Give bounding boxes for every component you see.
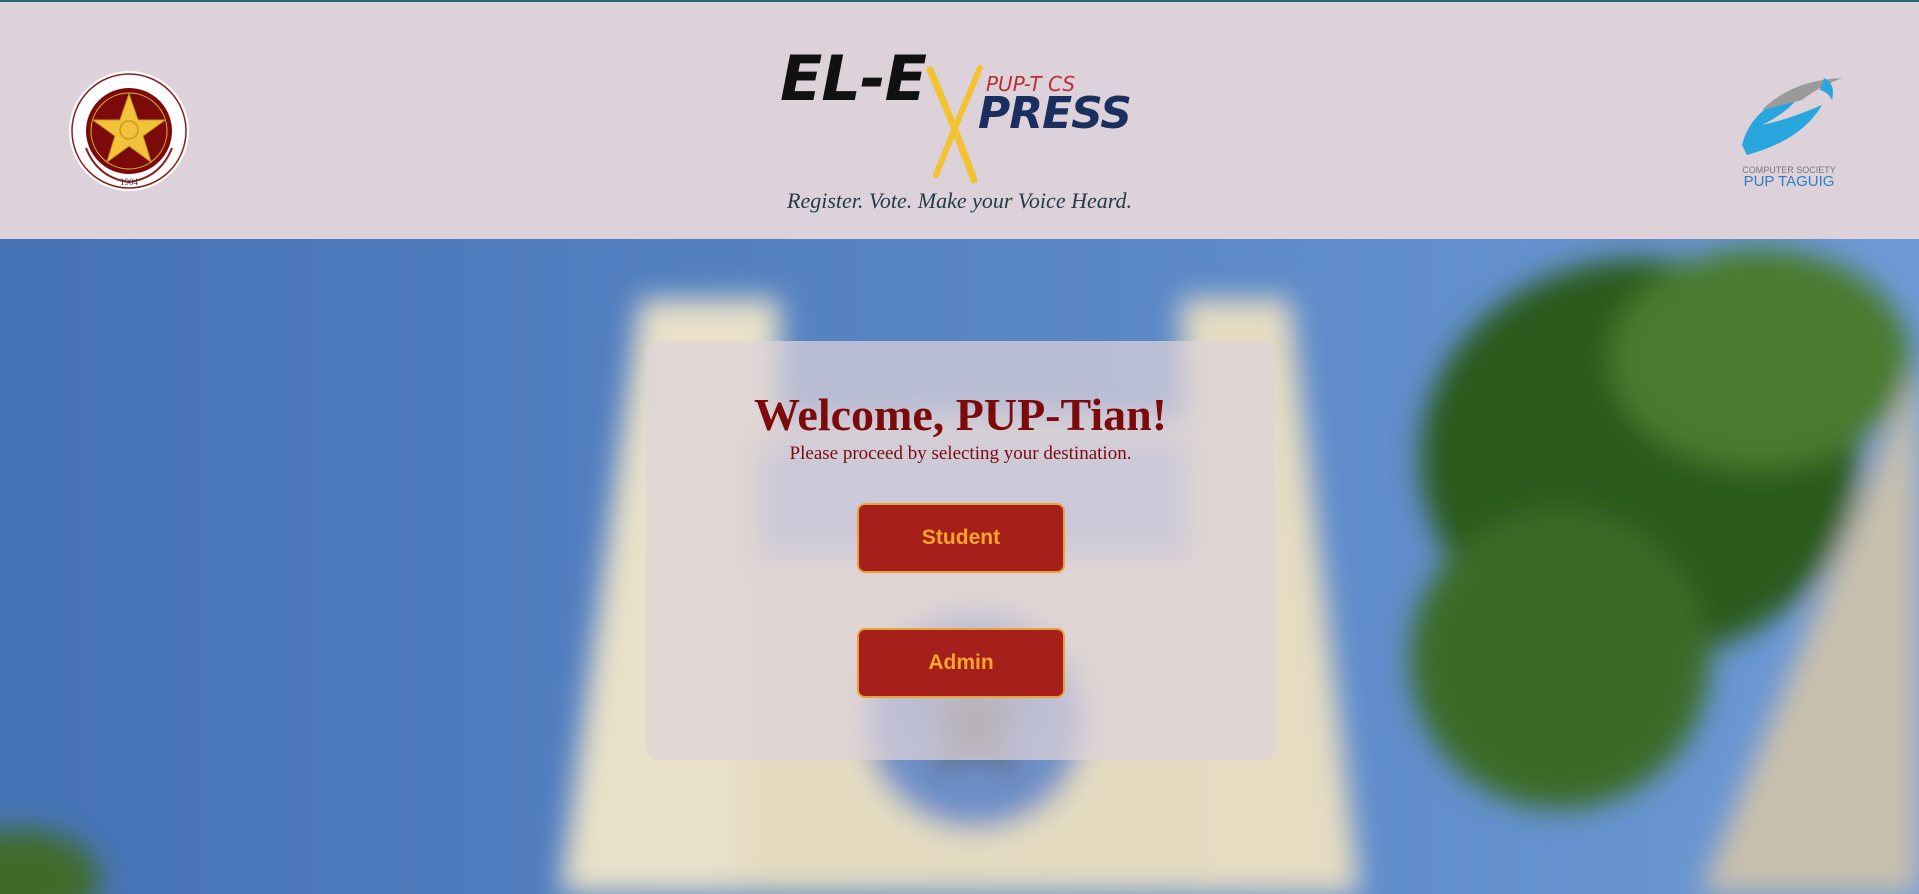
welcome-title: Welcome, PUP-Tian!	[753, 389, 1168, 440]
site-header: 1904 EL-E PUP-T CS PRESS Register. Vote.…	[0, 0, 1919, 239]
cs-logo-line2: PUP TAGUIG	[1744, 173, 1835, 190]
pup-seal-logo: 1904	[69, 71, 189, 191]
seal-year: 1904	[120, 177, 139, 187]
brand-press-text: PRESS	[978, 88, 1132, 139]
cs-pup-taguig-logo: COMPUTER SOCIETY PUP TAGUIG	[1742, 78, 1842, 190]
tagline: Register. Vote. Make your Voice Heard.	[787, 188, 1132, 213]
el-express-logo: EL-E PUP-T CS PRESS	[780, 42, 1132, 192]
brand-main-text: EL-E	[780, 42, 927, 115]
admin-button[interactable]: Admin	[857, 628, 1065, 698]
top-accent-line	[0, 0, 1919, 2]
welcome-subtitle: Please proceed by selecting your destina…	[789, 443, 1132, 464]
student-button[interactable]: Student	[857, 503, 1065, 573]
welcome-card: Welcome, PUP-Tian! Please proceed by sel…	[646, 341, 1275, 760]
